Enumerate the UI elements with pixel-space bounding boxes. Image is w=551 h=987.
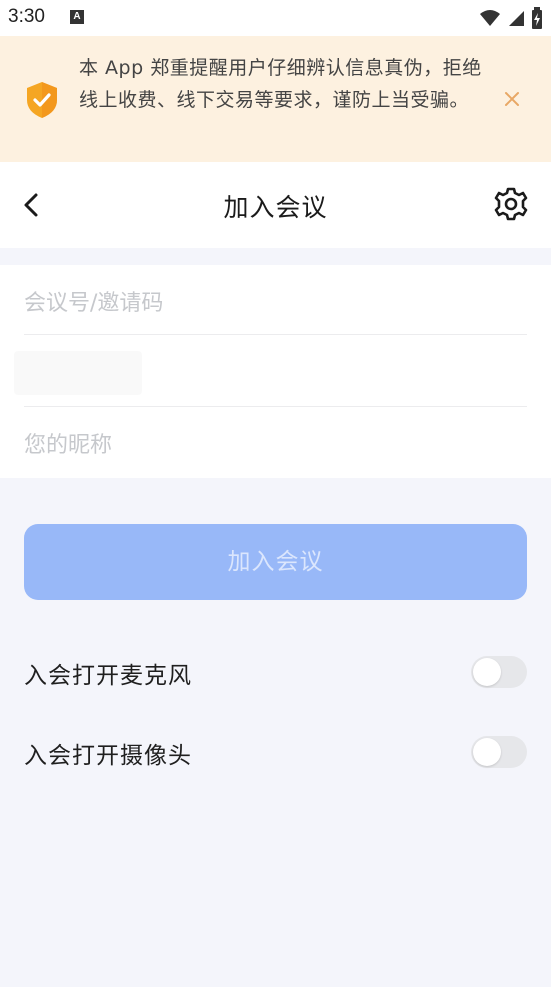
gear-icon[interactable] — [493, 186, 529, 222]
page-title: 加入会议 — [223, 193, 328, 222]
nickname-placeholder: 您的昵称 — [24, 433, 113, 458]
meeting-id-field[interactable]: 会议号/邀请码 — [24, 265, 527, 336]
status-bar: 3:30 A — [0, 0, 551, 36]
camera-toggle[interactable] — [471, 736, 527, 768]
toggle-knob — [473, 658, 501, 686]
divider — [24, 334, 527, 335]
nav-bar: 加入会议 — [0, 162, 551, 248]
warning-banner: 本 App 郑重提醒用户仔细辨认信息真伪，拒绝线上收费、线下交易等要求，谨防上当… — [0, 36, 551, 162]
mic-option-row: 入会打开麦克风 — [24, 654, 527, 694]
join-meeting-button[interactable]: 加入会议 — [24, 524, 527, 600]
notification-icon: A — [70, 10, 84, 24]
nickname-field[interactable]: 您的昵称 — [24, 407, 527, 478]
battery-icon — [532, 7, 542, 29]
join-form: 会议号/邀请码 您的昵称 — [0, 265, 551, 478]
meeting-id-placeholder: 会议号/邀请码 — [24, 291, 164, 316]
warning-text: 本 App 郑重提醒用户仔细辨认信息真伪，拒绝线上收费、线下交易等要求，谨防上当… — [79, 57, 482, 111]
status-time: 3:30 — [8, 6, 45, 27]
camera-option-label: 入会打开摄像头 — [24, 743, 192, 769]
mic-option-label: 入会打开麦克风 — [24, 663, 192, 689]
password-field[interactable] — [14, 351, 142, 395]
close-icon[interactable] — [503, 90, 521, 108]
mic-toggle[interactable] — [471, 656, 527, 688]
camera-option-row: 入会打开摄像头 — [24, 734, 527, 774]
shield-check-icon — [27, 82, 57, 118]
status-indicators — [479, 6, 543, 30]
signal-icon — [509, 11, 524, 26]
toggle-knob — [473, 738, 501, 766]
wifi-icon — [480, 10, 500, 26]
